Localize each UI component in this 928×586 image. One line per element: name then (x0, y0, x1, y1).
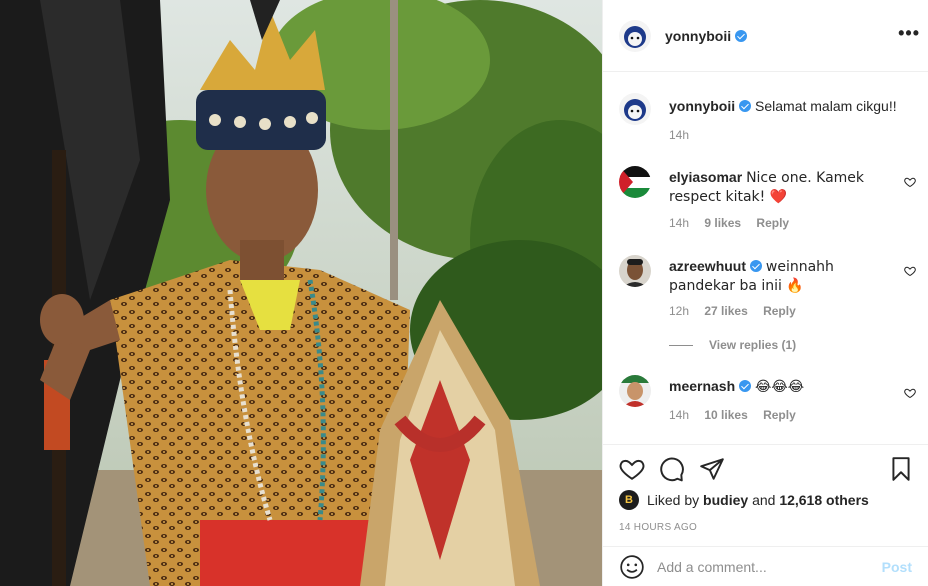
view-replies-label: View replies (1) (709, 338, 797, 352)
comment-likes[interactable]: 27 likes (704, 304, 747, 318)
liked-by-user[interactable]: budiey (703, 492, 748, 508)
comment-username[interactable]: meernash (669, 378, 735, 394)
avatar-image (619, 255, 651, 287)
post-sidebar: yonnyboii ••• yonnyboii Selamat malam ci… (602, 0, 928, 586)
more-options-icon[interactable]: ••• (898, 24, 920, 42)
commenter-avatar[interactable] (619, 166, 651, 198)
add-comment-bar: Post (603, 546, 928, 586)
view-replies-button[interactable]: View replies (1) (669, 338, 796, 352)
post-photo[interactable] (0, 0, 602, 586)
reply-button[interactable]: Reply (756, 216, 789, 230)
palestine-flag-avatar (619, 166, 651, 198)
liker-avatar[interactable]: B (619, 490, 639, 510)
post-timestamp[interactable]: 14 HOURS AGO (619, 522, 697, 533)
liked-by: B Liked by budiey and 12,618 others (619, 490, 912, 510)
replies-divider (669, 344, 693, 346)
like-comment-heart-icon[interactable] (904, 265, 916, 277)
reply-button[interactable]: Reply (763, 408, 796, 422)
liked-by-prefix: Liked by (647, 492, 700, 508)
post-comment-button[interactable]: Post (882, 559, 912, 575)
add-comment-input[interactable] (657, 558, 882, 575)
reply-button[interactable]: Reply (763, 304, 796, 318)
verified-icon (739, 380, 752, 392)
commenter-avatar[interactable] (619, 255, 651, 287)
comment-icon[interactable] (659, 456, 685, 482)
comment-body: meernash 😂😂😂 (669, 377, 890, 396)
verified-icon (739, 100, 752, 112)
like-heart-icon[interactable] (619, 456, 645, 482)
comment-username[interactable]: elyiasomar (669, 169, 742, 185)
caption-avatar[interactable] (619, 93, 651, 125)
caption-time[interactable]: 14h (669, 128, 689, 142)
comment-likes[interactable]: 9 likes (704, 216, 741, 230)
post-header: yonnyboii ••• (603, 0, 928, 72)
author-avatar[interactable] (619, 19, 651, 52)
commenter-avatar[interactable] (619, 375, 651, 407)
verified-icon (735, 29, 748, 42)
comment-time[interactable]: 12h (669, 304, 689, 318)
comment-body: elyiasomar Nice one. Kamek respect kitak… (669, 168, 890, 206)
share-direct-icon[interactable] (699, 456, 725, 482)
caption-body: yonnyboii Selamat malam cikgu!! (669, 97, 920, 115)
comment-meta: 14h 10 likes Reply (669, 408, 808, 422)
comment-body: azreewhuut weinnahh pandekar ba inii 🔥 (669, 257, 890, 295)
avatar-image (619, 93, 651, 125)
avatar-image (619, 19, 651, 52)
avatar-image (619, 375, 651, 407)
post-actions (603, 452, 928, 488)
liked-by-others[interactable]: 12,618 others (779, 492, 869, 508)
like-comment-heart-icon[interactable] (904, 176, 916, 188)
post-image (0, 0, 602, 586)
comment-meta: 12h 27 likes Reply (669, 304, 808, 318)
save-bookmark-icon[interactable] (888, 456, 914, 482)
caption-text: Selamat malam cikgu!! (755, 98, 897, 114)
comment-time[interactable]: 14h (669, 408, 689, 422)
comment-meta: 14h 9 likes Reply (669, 216, 801, 230)
emoji-icon[interactable] (619, 554, 645, 580)
comment-time[interactable]: 14h (669, 216, 689, 230)
liked-by-conj: and (752, 492, 776, 508)
comment-text: 😂😂😂 (755, 379, 805, 395)
caption-username[interactable]: yonnyboii (669, 98, 735, 114)
author-username[interactable]: yonnyboii (665, 28, 731, 44)
comment-likes[interactable]: 10 likes (704, 408, 747, 422)
caption-meta: 14h (669, 128, 701, 142)
comments-list: yonnyboii Selamat malam cikgu!! 14h elyi… (603, 73, 928, 445)
like-comment-heart-icon[interactable] (904, 387, 916, 399)
verified-icon (750, 260, 763, 272)
comment-username[interactable]: azreewhuut (669, 258, 746, 274)
